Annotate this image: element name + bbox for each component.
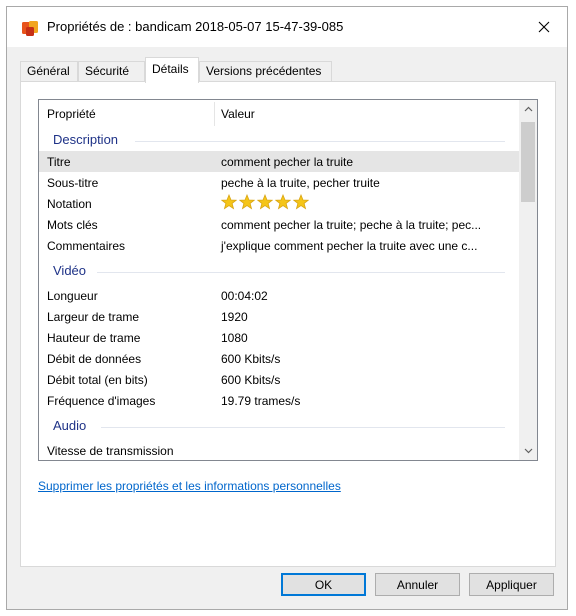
group-label: Audio xyxy=(53,418,93,433)
property-name: Débit total (en bits) xyxy=(47,373,148,387)
property-name: Longueur xyxy=(47,289,98,303)
tab-general[interactable]: Général xyxy=(20,61,78,82)
property-name: Mots clés xyxy=(47,218,98,232)
vertical-scrollbar[interactable] xyxy=(519,100,537,460)
property-value[interactable]: 1080 xyxy=(221,331,248,345)
property-name: Vitesse de transmission xyxy=(47,444,174,458)
property-value[interactable]: j'explique comment pecher la truite avec… xyxy=(221,239,477,253)
chevron-down-icon xyxy=(524,448,532,454)
property-value[interactable]: 19.79 trames/s xyxy=(221,394,300,408)
property-value[interactable]: comment pecher la truite; peche à la tru… xyxy=(221,218,481,232)
star-icon[interactable] xyxy=(293,194,309,210)
column-header-property[interactable]: Propriété xyxy=(47,100,96,128)
title-bar[interactable]: Propriétés de : bandicam 2018-05-07 15-4… xyxy=(7,7,567,47)
cancel-button[interactable]: Annuler xyxy=(375,573,460,596)
scroll-thumb[interactable] xyxy=(521,122,535,202)
column-separator[interactable] xyxy=(214,102,215,126)
star-icon[interactable] xyxy=(257,194,273,210)
list-header: Propriété Valeur xyxy=(39,100,519,128)
property-row-longueur[interactable]: Longueur 00:04:02 xyxy=(39,285,519,306)
property-name: Notation xyxy=(47,197,92,211)
chevron-up-icon xyxy=(524,106,532,112)
property-name: Hauteur de trame xyxy=(47,331,141,345)
scroll-up-button[interactable] xyxy=(519,100,537,118)
property-value[interactable]: peche à la truite, pecher truite xyxy=(221,176,380,190)
star-icon[interactable] xyxy=(275,194,291,210)
group-divider xyxy=(97,272,505,273)
details-panel: Propriété Valeur Description Titre comme… xyxy=(20,81,556,567)
property-name: Commentaires xyxy=(47,239,126,253)
property-name: Titre xyxy=(47,155,71,169)
tab-details[interactable]: Détails xyxy=(145,57,199,83)
property-value[interactable]: 600 Kbits/s xyxy=(221,352,280,366)
property-name: Sous-titre xyxy=(47,176,99,190)
property-name: Fréquence d'images xyxy=(47,394,156,408)
property-value[interactable]: 00:04:02 xyxy=(221,289,268,303)
star-icon[interactable] xyxy=(239,194,255,210)
star-icon[interactable] xyxy=(221,194,237,210)
group-label: Description xyxy=(53,132,125,147)
property-row-debit-donnees[interactable]: Débit de données 600 Kbits/s xyxy=(39,348,519,369)
group-video: Vidéo xyxy=(39,260,519,282)
tab-securite[interactable]: Sécurité xyxy=(78,61,145,82)
group-divider xyxy=(101,427,505,428)
property-row-notation[interactable]: Notation xyxy=(39,193,519,214)
tab-versions-precedentes[interactable]: Versions précédentes xyxy=(199,61,332,82)
group-label: Vidéo xyxy=(53,263,93,278)
ok-button[interactable]: OK xyxy=(281,573,366,596)
property-name: Largeur de trame xyxy=(47,310,140,324)
property-value[interactable]: comment pecher la truite xyxy=(221,155,353,169)
column-header-value[interactable]: Valeur xyxy=(221,100,255,128)
property-row-commentaires[interactable]: Commentaires j'explique comment pecher l… xyxy=(39,235,519,256)
apply-button[interactable]: Appliquer xyxy=(469,573,554,596)
property-row-largeur[interactable]: Largeur de trame 1920 xyxy=(39,306,519,327)
group-divider xyxy=(135,141,505,142)
property-row-vitesse[interactable]: Vitesse de transmission xyxy=(39,440,519,460)
close-button[interactable] xyxy=(521,7,567,47)
scroll-down-button[interactable] xyxy=(519,442,537,460)
close-icon xyxy=(538,21,550,33)
properties-list[interactable]: Propriété Valeur Description Titre comme… xyxy=(38,99,538,461)
remove-properties-link[interactable]: Supprimer les propriétés et les informat… xyxy=(38,479,341,493)
rating-stars[interactable] xyxy=(221,194,309,210)
property-name: Débit de données xyxy=(47,352,142,366)
property-row-hauteur[interactable]: Hauteur de trame 1080 xyxy=(39,327,519,348)
property-row-frequence[interactable]: Fréquence d'images 19.79 trames/s xyxy=(39,390,519,411)
group-description: Description xyxy=(39,129,519,151)
property-value[interactable]: 1920 xyxy=(221,310,248,324)
properties-dialog: Propriétés de : bandicam 2018-05-07 15-4… xyxy=(6,6,568,610)
property-row-debit-total[interactable]: Débit total (en bits) 600 Kbits/s xyxy=(39,369,519,390)
file-icon xyxy=(21,19,39,37)
property-row-mots-cles[interactable]: Mots clés comment pecher la truite; pech… xyxy=(39,214,519,235)
property-row-titre[interactable]: Titre comment pecher la truite xyxy=(39,151,519,172)
group-audio: Audio xyxy=(39,415,519,437)
window-title: Propriétés de : bandicam 2018-05-07 15-4… xyxy=(47,19,344,34)
property-row-sous-titre[interactable]: Sous-titre peche à la truite, pecher tru… xyxy=(39,172,519,193)
property-value[interactable]: 600 Kbits/s xyxy=(221,373,280,387)
